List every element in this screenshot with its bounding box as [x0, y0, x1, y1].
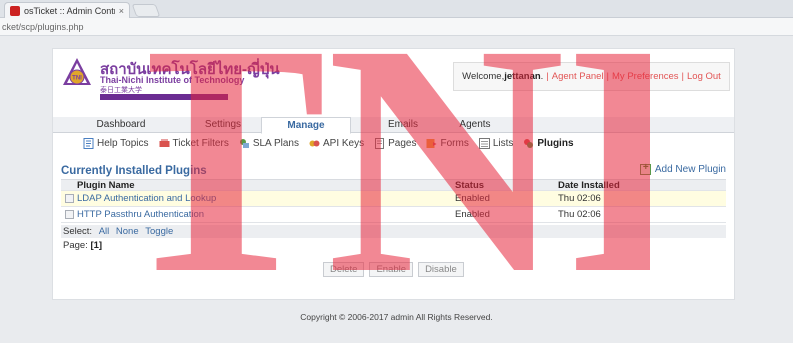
subnav-label: Ticket Filters [172, 137, 229, 149]
help-topics-icon [83, 137, 94, 149]
welcome-separator: | [606, 71, 610, 82]
logo-title-english: Thai-Nichi Institute of Technology [100, 75, 245, 85]
select-none-link[interactable]: None [116, 226, 139, 237]
add-new-plugin-link[interactable]: Add New Plugin [639, 162, 726, 175]
plugin-name-link[interactable]: HTTP Passthru Authentication [77, 209, 455, 220]
osticket-favicon-icon [10, 5, 20, 16]
my-preferences-link[interactable]: My Preferences [612, 71, 679, 82]
row-check-cell [61, 210, 77, 219]
agent-panel-link[interactable]: Agent Panel [552, 71, 604, 82]
plugin-status: Enabled [455, 209, 490, 220]
select-controls: Select: All None Toggle [61, 225, 726, 238]
tab-dashboard[interactable]: Dashboard [71, 117, 171, 133]
tab-settings[interactable]: Settings [173, 117, 273, 133]
row-checkbox[interactable] [64, 210, 74, 219]
main-nav: Dashboard Settings Manage Emails Agents [53, 117, 734, 134]
subnav-lists[interactable]: Lists [478, 137, 514, 149]
subnav-label: API Keys [322, 137, 365, 149]
subnav-label: SLA Plans [252, 137, 299, 149]
action-buttons: Delete Enable Disable [323, 262, 469, 277]
welcome-username: jettanan [504, 71, 541, 82]
row-check-cell [61, 194, 77, 203]
new-tab-button[interactable] [131, 4, 161, 17]
select-all-link[interactable]: All [99, 226, 110, 237]
page-container: TNI สถาบันเทคโนโลยีไทย-ญี่ปุ่น Thai-Nich… [52, 48, 735, 300]
plugin-name-link[interactable]: LDAP Authentication and Lookup [77, 193, 455, 204]
column-header-status[interactable]: Status [455, 180, 558, 191]
table-header-row: Plugin Name Status Date Installed [61, 180, 726, 191]
subnav-sla-plans[interactable]: SLA Plans [239, 138, 299, 149]
add-plugin-icon [639, 162, 651, 175]
tab-close-icon[interactable]: × [119, 6, 124, 16]
tni-emblem-label: TNI [72, 76, 82, 82]
subnav-plugins[interactable]: Plugins [523, 137, 574, 149]
select-label: Select: [63, 226, 93, 237]
column-header-date-installed[interactable]: Date Installed [558, 180, 726, 191]
api-keys-icon [309, 140, 320, 146]
tni-emblem-icon: TNI [63, 58, 91, 85]
disable-button[interactable]: Disable [418, 262, 464, 277]
subnav-label: Forms [440, 137, 469, 149]
lists-icon [478, 137, 490, 149]
welcome-prefix: Welcome, [462, 71, 505, 82]
tab-agents[interactable]: Agents [425, 117, 525, 133]
logout-link[interactable]: Log Out [687, 71, 721, 82]
subnav-label: Help Topics [97, 137, 149, 149]
subnav-forms[interactable]: Forms [426, 137, 469, 149]
add-new-plugin-label: Add New Plugin [654, 164, 726, 175]
column-header-plugin-name[interactable]: Plugin Name [77, 180, 455, 191]
browser-tab[interactable]: osTicket :: Admin Contro × [4, 2, 130, 18]
page-label: Page: [63, 240, 88, 251]
page-header: TNI สถาบันเทคโนโลยีไทย-ญี่ปุ่น Thai-Nich… [53, 49, 734, 107]
address-bar-url: cket/scp/plugins.php [2, 22, 84, 32]
subnav-api-keys[interactable]: API Keys [309, 138, 364, 149]
browser-tab-title: osTicket :: Admin Contro [24, 5, 115, 16]
plugin-date-installed: Thu 02:06 [558, 209, 601, 220]
page-title: Currently Installed Plugins [61, 165, 207, 177]
welcome-bar: Welcome, jettanan . | Agent Panel | My P… [453, 62, 730, 91]
subnav-label: Pages [388, 137, 417, 149]
sub-nav: Help Topics Ticket Filters SLA Plans API… [53, 133, 734, 153]
subnav-pages[interactable]: Pages [374, 137, 417, 149]
table-row: HTTP Passthru Authentication Enabled Thu… [61, 207, 726, 223]
page-current[interactable]: [1] [90, 240, 102, 251]
row-checkbox[interactable] [64, 194, 74, 203]
ticket-filters-icon [159, 138, 170, 147]
plugin-status: Enabled [455, 193, 490, 204]
sla-plans-icon [239, 138, 249, 148]
forms-icon [426, 138, 437, 148]
select-toggle-link[interactable]: Toggle [145, 226, 173, 237]
address-bar[interactable]: cket/scp/plugins.php [0, 18, 793, 36]
page-footer: Copyright © 2006-2017 admin All Rights R… [300, 312, 493, 322]
pagination: Page: [1] [63, 240, 102, 251]
enable-button[interactable]: Enable [369, 262, 414, 277]
table-row: LDAP Authentication and Lookup Enabled T… [61, 191, 726, 207]
plugins-icon [524, 138, 534, 148]
subnav-label: Lists [492, 137, 514, 149]
browser-tab-bar: osTicket :: Admin Contro × [0, 0, 793, 18]
plugin-date-installed: Thu 02:06 [558, 193, 601, 204]
welcome-period: . [540, 71, 544, 82]
welcome-separator: | [681, 71, 685, 82]
plugins-table: Plugin Name Status Date Installed LDAP A… [61, 179, 726, 223]
subnav-ticket-filters[interactable]: Ticket Filters [159, 138, 229, 149]
welcome-separator: | [546, 71, 549, 82]
pages-icon [375, 137, 385, 149]
tab-manage[interactable]: Manage [261, 117, 351, 134]
logo-band [100, 94, 228, 100]
subnav-label: Plugins [537, 137, 574, 149]
subnav-help-topics[interactable]: Help Topics [83, 137, 149, 149]
delete-button[interactable]: Delete [323, 262, 365, 277]
